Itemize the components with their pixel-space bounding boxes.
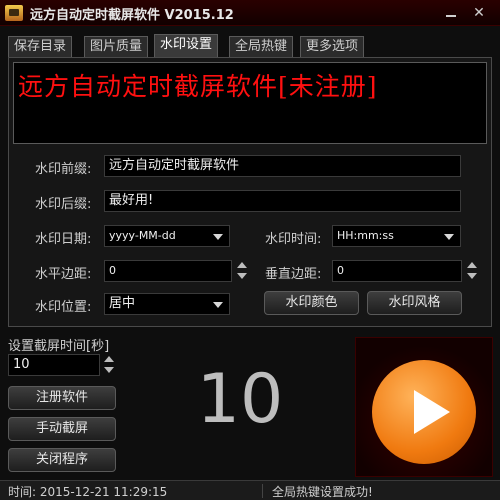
time-format-select[interactable]: HH:mm:ss bbox=[332, 225, 461, 247]
vmargin-stepper[interactable] bbox=[465, 260, 479, 282]
watermark-color-button[interactable]: 水印颜色 bbox=[264, 291, 359, 315]
countdown-display: 10 bbox=[196, 360, 284, 439]
window-title: 远方自动定时截屏软件 V2015.12 bbox=[30, 8, 234, 23]
tab-save-dir[interactable]: 保存目录 bbox=[8, 36, 73, 57]
banner-text: 远方自动定时截屏软件[未注册] bbox=[18, 72, 378, 101]
hmargin-stepper[interactable] bbox=[235, 260, 249, 282]
time-label: 水印时间: bbox=[265, 232, 322, 247]
prefix-label: 水印前缀: bbox=[35, 162, 92, 177]
status-message: 全局热键设置成功! bbox=[272, 485, 373, 499]
registration-banner: 远方自动定时截屏软件[未注册] bbox=[13, 62, 487, 144]
arrow-up-icon[interactable] bbox=[104, 356, 114, 362]
date-format-select[interactable]: yyyy-MM-dd bbox=[104, 225, 230, 247]
arrow-up-icon[interactable] bbox=[467, 262, 477, 268]
status-divider bbox=[262, 484, 263, 498]
arrow-down-icon[interactable] bbox=[467, 273, 477, 279]
tab-watermark[interactable]: 水印设置 bbox=[154, 34, 219, 58]
interval-label: 设置截屏时间[秒] bbox=[8, 339, 110, 354]
chevron-down-icon bbox=[444, 234, 454, 240]
hmargin-input[interactable]: 0 bbox=[104, 260, 232, 282]
arrow-down-icon[interactable] bbox=[237, 273, 247, 279]
exit-program-button[interactable]: 关闭程序 bbox=[8, 448, 116, 472]
tab-more-options[interactable]: 更多选项 bbox=[300, 36, 365, 57]
close-window-button[interactable]: ✕ bbox=[468, 3, 490, 23]
start-capture-button[interactable] bbox=[372, 360, 476, 464]
manual-capture-button[interactable]: 手动截屏 bbox=[8, 417, 116, 441]
hmargin-label: 水平边距: bbox=[35, 267, 92, 282]
title-bar: 远方自动定时截屏软件 V2015.12 ✕ bbox=[0, 0, 500, 26]
minimize-button[interactable] bbox=[440, 3, 462, 23]
app-icon bbox=[5, 5, 23, 21]
arrow-down-icon[interactable] bbox=[104, 367, 114, 373]
status-bar: 时间: 2015-12-21 11:29:15 全局热键设置成功! bbox=[0, 480, 500, 500]
date-format-value: yyyy-MM-dd bbox=[109, 229, 176, 242]
tab-image-quality[interactable]: 图片质量 bbox=[84, 36, 149, 57]
position-select[interactable]: 居中 bbox=[104, 293, 230, 315]
start-capture-panel bbox=[355, 337, 493, 477]
position-label: 水印位置: bbox=[35, 300, 92, 315]
chevron-down-icon bbox=[213, 302, 223, 308]
watermark-panel: 远方自动定时截屏软件[未注册] 水印前缀: 远方自动定时截屏软件 水印后缀: 最… bbox=[8, 57, 492, 327]
play-icon bbox=[414, 390, 450, 434]
position-value: 居中 bbox=[109, 296, 136, 311]
tab-hotkeys[interactable]: 全局热键 bbox=[229, 36, 294, 57]
prefix-input[interactable]: 远方自动定时截屏软件 bbox=[104, 155, 461, 177]
vmargin-label: 垂直边距: bbox=[265, 267, 322, 282]
date-label: 水印日期: bbox=[35, 232, 92, 247]
interval-stepper[interactable] bbox=[102, 354, 116, 376]
watermark-style-button[interactable]: 水印风格 bbox=[367, 291, 462, 315]
time-format-value: HH:mm:ss bbox=[337, 229, 394, 242]
vmargin-input[interactable]: 0 bbox=[332, 260, 462, 282]
register-button[interactable]: 注册软件 bbox=[8, 386, 116, 410]
interval-input[interactable]: 10 bbox=[8, 354, 100, 376]
suffix-input[interactable]: 最好用! bbox=[104, 190, 461, 212]
status-time: 时间: 2015-12-21 11:29:15 bbox=[8, 485, 168, 499]
arrow-up-icon[interactable] bbox=[237, 262, 247, 268]
suffix-label: 水印后缀: bbox=[35, 197, 92, 212]
chevron-down-icon bbox=[213, 234, 223, 240]
